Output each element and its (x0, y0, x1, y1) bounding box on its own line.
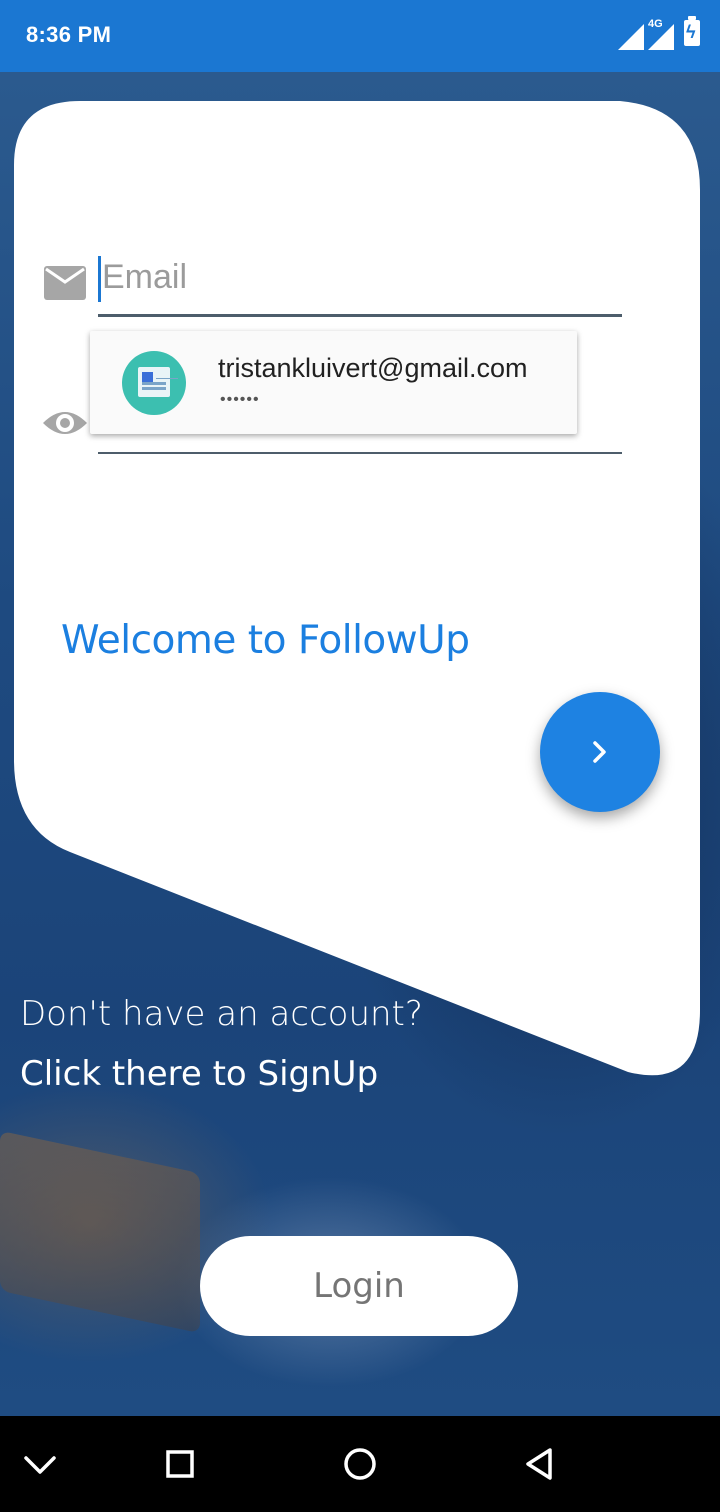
network-type-label: 4G (648, 18, 663, 30)
battery-charging-icon: ϟ (684, 16, 700, 46)
email-field[interactable] (98, 252, 622, 317)
login-button[interactable]: Login (200, 1236, 518, 1336)
home-circle-icon[interactable] (342, 1446, 378, 1482)
next-button[interactable] (540, 692, 660, 812)
autofill-masked-password: •••••• (220, 391, 260, 408)
recents-square-icon[interactable] (162, 1446, 198, 1482)
signal-icon (618, 24, 644, 50)
welcome-heading: Welcome to FollowUp (61, 618, 470, 663)
autofill-suggestion[interactable]: tristankluivert@gmail.com •••••• (90, 331, 577, 434)
signup-question: Don't have an account? (20, 994, 423, 1034)
system-nav-bar (0, 1416, 720, 1512)
mail-icon (44, 266, 86, 300)
eye-icon[interactable] (42, 406, 88, 440)
signup-link[interactable]: Click there to SignUp (20, 1054, 378, 1094)
account-card-icon (122, 351, 186, 415)
text-cursor (98, 256, 101, 302)
chevron-down-icon[interactable] (22, 1446, 58, 1482)
back-triangle-icon[interactable] (522, 1446, 558, 1482)
status-bar: 8:36 PM 4G ϟ (0, 0, 720, 72)
chevron-right-icon (593, 741, 606, 763)
status-time: 8:36 PM (26, 22, 112, 47)
autofill-account-email: tristankluivert@gmail.com (218, 353, 528, 383)
email-input[interactable] (102, 258, 602, 297)
status-icons: 4G ϟ (618, 16, 702, 50)
